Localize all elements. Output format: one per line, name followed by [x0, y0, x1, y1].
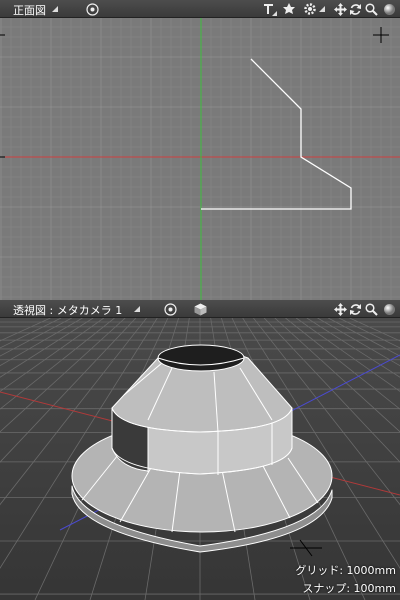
render-tool-icon[interactable]	[262, 0, 278, 18]
front-grid	[0, 18, 400, 300]
perspective-view-toolbar: 透視図 : メタカメラ 1	[0, 300, 400, 318]
rotate-icon[interactable]	[348, 0, 362, 18]
dropdown-corner-icon[interactable]	[50, 0, 60, 18]
perspective-view-canvas[interactable]	[0, 318, 400, 600]
front-view-canvas[interactable]	[0, 18, 400, 300]
front-view-toolbar: 正面図	[0, 0, 400, 18]
pan-icon[interactable]	[333, 0, 347, 18]
rotate-icon[interactable]	[348, 300, 362, 318]
gear-icon[interactable]	[302, 0, 318, 18]
dropdown-corner-icon[interactable]	[132, 300, 142, 318]
front-view-pane[interactable]: 正面図	[0, 0, 400, 300]
target-icon[interactable]	[162, 300, 178, 318]
perspective-view-pane[interactable]: 透視図 : メタカメラ 1 グリッド: 1000mm スナップ: 100mm	[0, 300, 400, 600]
dropdown-corner-icon[interactable]	[317, 0, 327, 18]
cube-icon[interactable]	[192, 300, 208, 318]
front-view-title[interactable]: 正面図	[13, 2, 46, 18]
grid-size-status: グリッド: 1000mm	[295, 564, 396, 577]
shading-ball-icon[interactable]	[381, 300, 397, 318]
snap-size-status: スナップ: 100mm	[302, 582, 396, 595]
zoom-icon[interactable]	[364, 300, 378, 318]
perspective-view-title[interactable]: 透視図 : メタカメラ 1	[13, 302, 122, 318]
zoom-icon[interactable]	[364, 0, 378, 18]
light-tool-icon[interactable]	[282, 0, 298, 18]
target-icon[interactable]	[84, 0, 100, 18]
shading-ball-icon[interactable]	[381, 0, 397, 18]
pan-icon[interactable]	[333, 300, 347, 318]
